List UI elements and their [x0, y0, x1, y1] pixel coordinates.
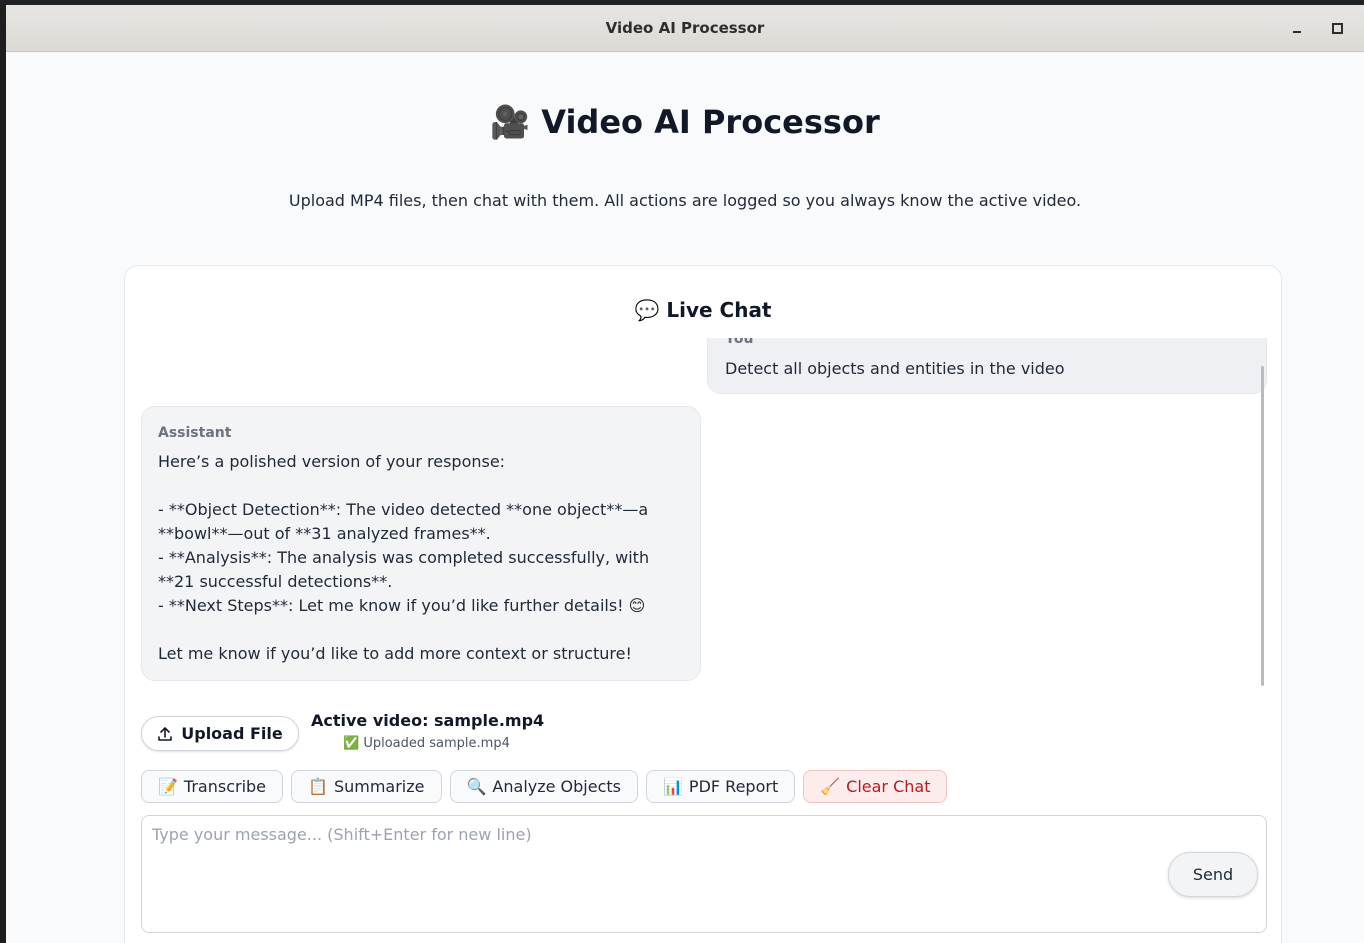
upload-icon — [157, 726, 173, 742]
message-composer: Send — [141, 815, 1267, 933]
active-video-label: Active video: sample.mp4 — [311, 711, 545, 730]
chat-title: 💬 Live Chat — [125, 298, 1281, 322]
message-list[interactable]: You Detect all objects and entities in t… — [141, 338, 1267, 686]
speech-bubble-icon: 💬 — [634, 298, 660, 322]
clear-chat-label: Clear Chat — [846, 777, 931, 796]
movie-camera-icon: 🎥 — [490, 103, 531, 141]
page-title-text: Video AI Processor — [541, 103, 880, 141]
upload-file-label: Upload File — [181, 724, 283, 743]
message-line: **bowl**—out of **31 analyzed frames**. — [158, 524, 491, 543]
chat-title-text: Live Chat — [666, 298, 772, 322]
message-line — [158, 474, 688, 498]
message-line: Here’s a polished version of your respon… — [158, 452, 506, 471]
assistant-message: Assistant Here’s a polished version of y… — [141, 406, 701, 681]
action-bar: 📝 Transcribe 📋 Summarize 🔍 Analyze Objec… — [141, 770, 948, 803]
analyze-objects-label: Analyze Objects — [492, 777, 621, 796]
message-scrollbar[interactable] — [1261, 366, 1264, 686]
bar-chart-icon: 📊 — [663, 777, 683, 796]
clipboard-icon: 📋 — [308, 777, 328, 796]
magnifier-icon: 🔍 — [466, 777, 487, 796]
message-author: You — [725, 338, 754, 347]
user-message: You Detect all objects and entities in t… — [707, 338, 1267, 394]
message-line: **21 successful detections**. — [158, 572, 393, 591]
message-text: Detect all objects and entities in the v… — [725, 359, 1065, 378]
page-subtitle: Upload MP4 files, then chat with them. A… — [288, 191, 1082, 210]
message-line: - **Next Steps**: Let me know if you’d l… — [158, 596, 646, 615]
broom-icon: 🧹 — [820, 777, 841, 796]
message-line: Let me know if you’d like to add more co… — [158, 644, 632, 663]
chat-card: 💬 Live Chat You Detect all objects and e… — [124, 265, 1282, 943]
message-input[interactable] — [152, 825, 1162, 915]
main-content: 🎥 Video AI Processor Upload MP4 files, t… — [6, 53, 1364, 943]
message-text: Here’s a polished version of your respon… — [158, 450, 688, 666]
send-button[interactable]: Send — [1168, 852, 1258, 897]
message-author: Assistant — [158, 425, 232, 441]
message-line: - **Analysis**: The analysis was complet… — [158, 548, 650, 567]
summarize-button[interactable]: 📋 Summarize — [291, 770, 442, 803]
minimize-button[interactable] — [1286, 17, 1308, 39]
upload-file-button[interactable]: Upload File — [141, 716, 299, 751]
app-window: Video AI Processor 🎥 Video AI Processor … — [6, 5, 1364, 943]
upload-status: ✅ Uploaded sample.mp4 — [343, 736, 510, 751]
analyze-objects-button[interactable]: 🔍 Analyze Objects — [449, 770, 638, 803]
page-title: 🎥 Video AI Processor — [6, 103, 1364, 141]
pdf-report-label: PDF Report — [688, 777, 779, 796]
memo-icon: 📝 — [158, 777, 178, 796]
message-line — [158, 618, 688, 642]
pdf-report-button[interactable]: 📊 PDF Report — [646, 770, 796, 803]
upload-status-text: Uploaded sample.mp4 — [363, 736, 510, 751]
window-title: Video AI Processor — [605, 19, 765, 37]
clear-chat-button[interactable]: 🧹 Clear Chat — [803, 770, 948, 803]
transcribe-button[interactable]: 📝 Transcribe — [141, 770, 284, 803]
maximize-button[interactable] — [1326, 17, 1348, 39]
check-icon: ✅ — [343, 736, 360, 751]
transcribe-label: Transcribe — [183, 777, 267, 796]
message-line: - **Object Detection**: The video detect… — [158, 500, 649, 519]
title-bar: Video AI Processor — [6, 5, 1364, 52]
summarize-label: Summarize — [333, 777, 425, 796]
